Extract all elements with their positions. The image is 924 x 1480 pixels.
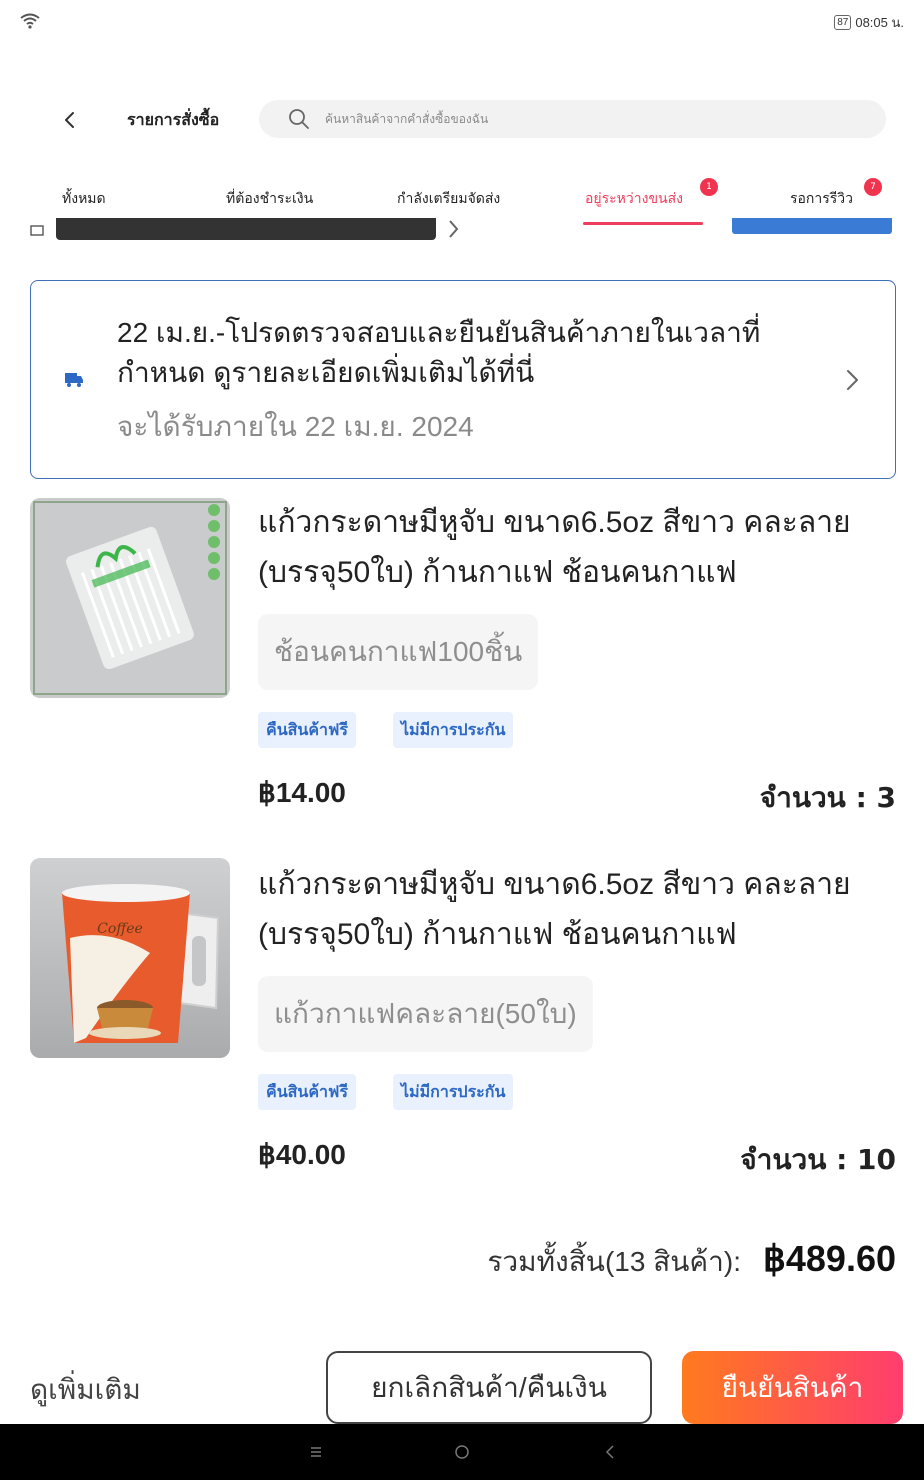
notification-badge: 7 — [864, 178, 882, 196]
tag-free-return: คืนสินค้าฟรี — [258, 712, 356, 748]
cup-text: Coffee — [97, 921, 143, 937]
product-image[interactable]: Coffee — [30, 858, 230, 1058]
truck-icon — [65, 373, 83, 387]
tab-to-review[interactable]: รอการรีวิว — [790, 188, 853, 210]
more-link[interactable]: ดูเพิ่มเติม — [30, 1368, 141, 1412]
tab-in-transit[interactable]: อยู่ระหว่างขนส่ง — [585, 188, 683, 210]
product-variant: ช้อนคนกาแฟ100ชิ้น — [258, 614, 539, 690]
shop-icon — [30, 225, 44, 236]
paper-cup-image: Coffee — [30, 858, 230, 1058]
confirm-receipt-button[interactable]: ยืนยันสินค้า — [682, 1351, 903, 1424]
system-nav-bar — [0, 1424, 924, 1480]
back-arrow-icon[interactable] — [58, 106, 82, 134]
tab-label: อยู่ระหว่างขนส่ง — [585, 191, 683, 207]
tab-label: กำลังเตรียมจัดส่ง — [397, 191, 501, 207]
product-title[interactable]: แก้วกระดาษมีหูจับ ขนาด6.5oz สีขาว คละลาย… — [258, 498, 898, 598]
order-status-clipped — [732, 218, 892, 234]
product-title-line: (บรรจุ50ใบ) ก้านกาแฟ ช้อนคนกาแฟ — [258, 556, 737, 589]
product-quantity: จำนวน : 3 — [759, 781, 896, 814]
search-bar[interactable] — [259, 100, 886, 138]
product-price: ฿40.00 — [258, 1139, 346, 1170]
notice-message: 22 เม.ย.-โปรดตรวจสอบและยืนยันสินค้าภายใน… — [117, 313, 760, 393]
delivery-notice-card[interactable]: 22 เม.ย.-โปรดตรวจสอบและยืนยันสินค้าภายใน… — [30, 280, 896, 479]
tab-label: ที่ต้องชำระเงิน — [226, 191, 314, 207]
shop-header-clipped — [0, 218, 924, 240]
notification-badge: 1 — [700, 178, 718, 196]
tag-free-return: คืนสินค้าฟรี — [258, 1074, 356, 1110]
cancel-refund-button[interactable]: ยกเลิกสินค้า/คืนเงิน — [326, 1351, 652, 1424]
battery-icon: 87 — [834, 15, 852, 30]
tag-no-warranty: ไม่มีการประกัน — [393, 712, 514, 748]
tab-label: ทั้งหมด — [62, 191, 106, 207]
tab-preparing[interactable]: กำลังเตรียมจัดส่ง — [397, 188, 500, 210]
search-icon — [289, 109, 309, 129]
order-total: รวมทั้งสิ้น(13 สินค้า): ฿489.60 — [487, 1238, 896, 1284]
product-image[interactable] — [30, 498, 230, 698]
notice-line: กำหนด ดูรายละเอียดเพิ่มเติมได้ที่นี่ — [117, 357, 535, 388]
status-right: 87 08:05 น. — [834, 12, 904, 33]
notice-line: 22 เม.ย.-โปรดตรวจสอบและยืนยันสินค้าภายใน… — [117, 317, 761, 348]
stirrer-pack-image — [30, 498, 230, 698]
search-input[interactable] — [325, 100, 865, 138]
total-label: รวมทั้งสิ้น(13 สินค้า): — [487, 1246, 741, 1277]
header: รายการสั่งซื้อ — [0, 100, 924, 140]
product-title-line: (บรรจุ50ใบ) ก้านกาแฟ ช้อนคนกาแฟ — [258, 918, 737, 951]
shop-name-clipped — [56, 218, 436, 240]
tab-all[interactable]: ทั้งหมด — [62, 188, 106, 210]
page-title: รายการสั่งซื้อ — [127, 110, 220, 129]
clock: 08:05 น. — [855, 15, 904, 30]
tag-no-warranty: ไม่มีการประกัน — [393, 1074, 514, 1110]
total-value: ฿489.60 — [762, 1238, 896, 1279]
product-quantity: จำนวน : 10 — [740, 1143, 896, 1176]
product-price: ฿14.00 — [258, 777, 346, 808]
product-title-line: แก้วกระดาษมีหูจับ ขนาด6.5oz สีขาว คละลาย — [258, 868, 851, 901]
wifi-icon — [20, 13, 40, 29]
tab-to-pay[interactable]: ที่ต้องชำระเงิน — [226, 188, 313, 210]
back-icon[interactable] — [598, 1440, 622, 1464]
menu-icon[interactable] — [304, 1440, 328, 1464]
product-title[interactable]: แก้วกระดาษมีหูจับ ขนาด6.5oz สีขาว คละลาย… — [258, 860, 898, 960]
chevron-right-icon — [847, 370, 858, 390]
status-bar: 87 08:05 น. — [0, 0, 924, 44]
product-variant: แก้วกาแฟคละลาย(50ใบ) — [258, 976, 593, 1052]
chevron-right-icon — [449, 220, 459, 238]
tab-label: รอการรีวิว — [790, 191, 854, 207]
product-title-line: แก้วกระดาษมีหูจับ ขนาด6.5oz สีขาว คละลาย — [258, 506, 851, 539]
delivery-eta: จะได้รับภายใน 22 เม.ย. 2024 — [117, 411, 474, 442]
home-icon[interactable] — [450, 1440, 474, 1464]
